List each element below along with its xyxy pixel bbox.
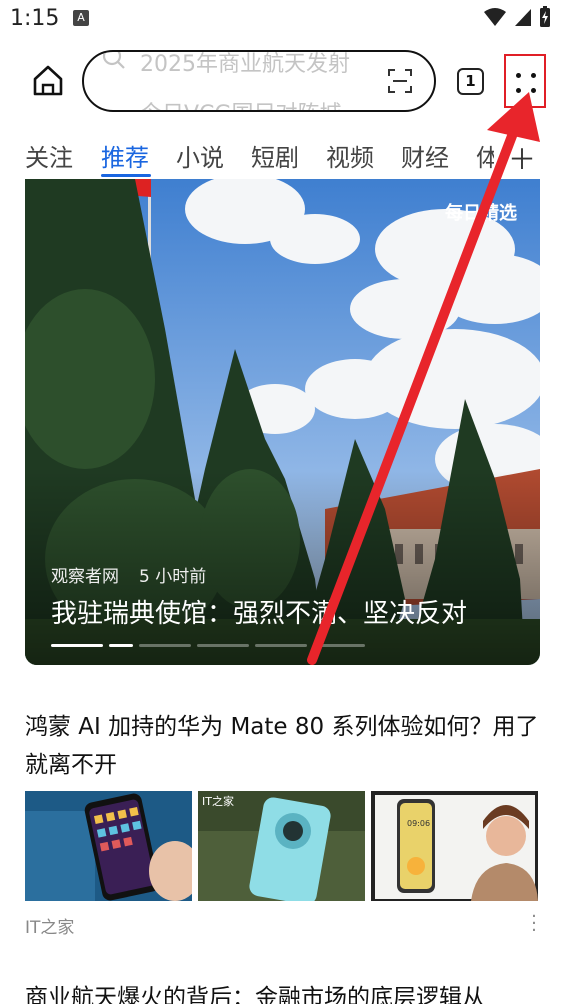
battery-icon	[540, 6, 550, 27]
thumbnail-phone-hand	[25, 791, 192, 901]
notification-icon: A	[73, 10, 89, 26]
thumbnail-clock-text: 09:06	[407, 819, 431, 828]
search-input[interactable]: 2025年商业航天发射 今日VCG国足对阵城	[82, 50, 436, 112]
signal-icon	[515, 9, 531, 26]
search-suggestion-1: 2025年商业航天发射	[140, 52, 350, 77]
more-dots-icon	[516, 73, 521, 78]
add-category-icon[interactable]: ＋	[508, 138, 536, 178]
article-source: IT之家	[25, 918, 75, 938]
category-nav: 关注 推荐 小说 短剧 视频 财经 体 ＋	[0, 132, 565, 177]
carousel-dot	[313, 644, 365, 647]
active-tab-indicator	[101, 174, 151, 177]
carousel-dot	[255, 644, 307, 647]
tab-novel[interactable]: 小说	[176, 138, 224, 173]
more-options-icon[interactable]: · · ·	[530, 908, 538, 940]
carousel-dot	[109, 644, 133, 647]
carousel-dot	[139, 644, 191, 647]
tab-video[interactable]: 视频	[326, 138, 374, 173]
home-button[interactable]	[30, 62, 66, 98]
thumbnail-mate80: IT之家	[198, 791, 365, 901]
hero-card[interactable]: 每日精选 观察者网 5 小时前 我驻瑞典使馆：强烈不满、坚决反对	[25, 179, 540, 665]
wifi-icon	[484, 8, 506, 26]
thumbnail-presenter: 09:06	[371, 791, 538, 901]
search-suggestion-2: 今日VCG国足对阵城	[140, 96, 341, 110]
daily-pick-badge: 每日精选	[445, 203, 517, 224]
scan-icon[interactable]	[387, 68, 413, 94]
more-menu-button[interactable]	[504, 54, 546, 108]
home-icon	[33, 65, 63, 96]
hero-source: 观察者网	[51, 567, 119, 587]
tab-short-drama[interactable]: 短剧	[251, 138, 299, 173]
more-dots-icon-dot	[516, 88, 521, 93]
article-title[interactable]: 鸿蒙 AI 加持的华为 Mate 80 系列体验如何？用了就离不开	[25, 708, 545, 784]
article-title-2[interactable]: 商业航天爆火的背后：金融市场的底层逻辑从	[25, 978, 485, 1004]
more-dots-icon-dot	[531, 88, 536, 93]
tab-recommend[interactable]: 推荐	[101, 138, 149, 173]
tab-finance[interactable]: 财经	[401, 138, 449, 173]
carousel-dot	[51, 644, 103, 647]
search-icon	[102, 52, 125, 69]
status-bar: 1:15 A	[0, 0, 565, 40]
status-icons	[483, 6, 551, 28]
tab-follow[interactable]: 关注	[25, 138, 73, 173]
article-thumbnails[interactable]: IT之家 09:06	[25, 791, 538, 901]
status-time: 1:15	[10, 6, 60, 31]
more-dots-icon-dot	[531, 73, 536, 78]
tab-count-button[interactable]: 1	[457, 68, 484, 95]
thumbnail-watermark: IT之家	[202, 795, 234, 808]
hero-title: 我驻瑞典使馆：强烈不满、坚决反对	[51, 599, 468, 629]
carousel-dot	[197, 644, 249, 647]
tab-sports[interactable]: 体	[476, 138, 494, 173]
hero-time: 5 小时前	[139, 567, 207, 587]
carousel-indicator	[51, 644, 365, 647]
